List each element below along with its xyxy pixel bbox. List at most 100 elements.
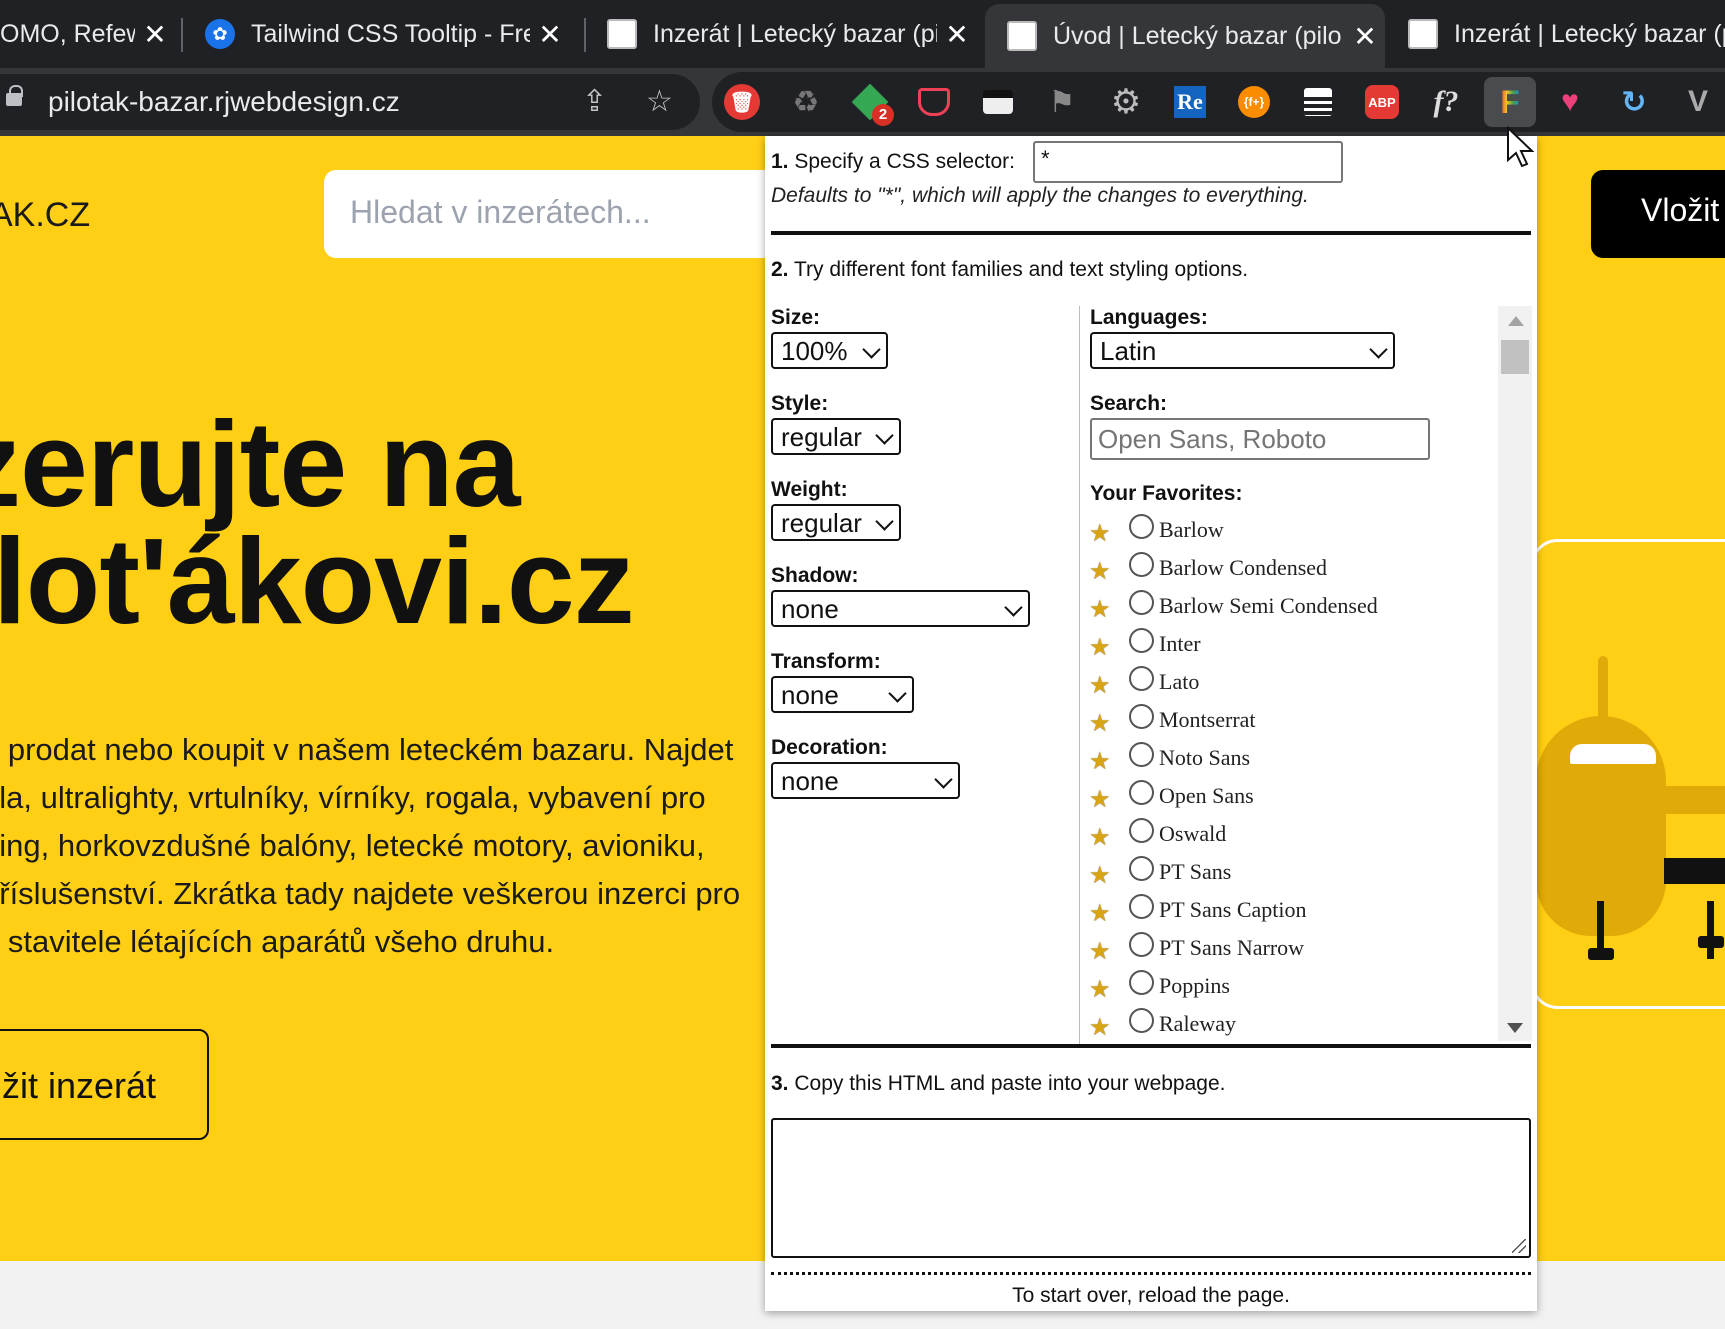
url-text[interactable]: pilotak-bazar.rjwebdesign.cz [48,86,400,118]
address-bar[interactable]: pilotak-bazar.rjwebdesign.cz ⇪ ☆ [0,74,700,130]
fontface-ninja-icon[interactable]: {f+} [1234,82,1274,122]
star-icon[interactable]: ★ [1089,785,1111,814]
lock-icon[interactable] [6,85,23,106]
html-output-textarea[interactable] [771,1118,1531,1258]
style-select[interactable]: regular [771,418,901,455]
font-radio[interactable] [1129,894,1154,919]
tab-inzerat-1[interactable]: Inzerát | Letecký bazar (pi ✕ [607,0,977,68]
font-option[interactable]: ★ Poppins [1085,970,1485,1008]
font-option[interactable]: ★ PT Sans Caption [1085,894,1485,932]
languages-select[interactable]: Latin [1090,332,1395,369]
post-listing-button[interactable]: Vložit [1591,170,1725,258]
scroll-down-icon[interactable] [1507,1023,1523,1033]
font-option[interactable]: ★ Barlow Semi Condensed [1085,590,1485,628]
bookmark-flag-icon[interactable]: ⚑ [1042,82,1082,122]
font-radio[interactable] [1129,628,1154,653]
close-icon[interactable]: ✕ [1345,20,1385,53]
font-radio[interactable] [1129,1008,1154,1033]
font-option[interactable]: ★ Barlow Condensed [1085,552,1485,590]
font-option[interactable]: ★ Open Sans [1085,780,1485,818]
font-option[interactable]: ★ Barlow [1085,514,1485,552]
size-select[interactable]: 100% [771,332,888,369]
green-diamond-extension-icon[interactable]: 2 [850,82,894,126]
star-icon[interactable]: ★ [1089,671,1111,700]
font-radio[interactable] [1129,514,1154,539]
font-radio[interactable] [1129,932,1154,957]
font-radio[interactable] [1129,856,1154,881]
tab-title: Inzerát | Letecký bazar (pi [653,19,937,48]
scroll-up-icon[interactable] [1508,316,1524,326]
css-selector-input[interactable]: * [1033,141,1343,183]
desc-line: příslušenství. Zkrátka tady najdete vešk… [0,876,741,911]
star-icon[interactable]: ★ [1089,557,1111,586]
pocket-icon[interactable] [914,82,954,122]
chevron-down-icon [888,684,907,703]
tab-uvod-active[interactable]: Úvod | Letecký bazar (pilo ✕ [985,4,1385,68]
font-option[interactable]: ★ Noto Sans [1085,742,1485,780]
resize-grip-icon[interactable] [1512,1239,1526,1253]
tab-title: Tailwind CSS Tooltip - Free [251,19,530,48]
star-icon[interactable]: ★ [1089,747,1111,776]
site-logo[interactable]: AK.CZ [0,196,90,235]
star-icon[interactable]: ★ [1089,519,1111,548]
star-icon[interactable]: ★ [1089,899,1111,928]
site-search-input[interactable]: Hledat v inzerátech... [324,170,784,258]
font-option[interactable]: ★ Lato [1085,666,1485,704]
favorites-scrollbar[interactable] [1498,306,1532,1041]
gear-icon[interactable]: ⚙ [1106,82,1146,122]
font-option[interactable]: ★ Oswald [1085,818,1485,856]
star-icon[interactable]: ★ [1089,633,1111,662]
search-label: Search: [1090,392,1168,415]
weight-select[interactable]: regular [771,504,901,541]
transform-select[interactable]: none [771,676,914,713]
star-icon[interactable]: ★ [1089,975,1111,1004]
tab-omo[interactable]: OMO, Refew ✕ [0,0,175,68]
style-label: Style: [771,392,829,415]
tab-inzerat-2[interactable]: Inzerát | Letecký bazar (pi [1408,0,1725,68]
red-trash-extension-icon[interactable]: 🗑 [722,82,762,122]
font-radio[interactable] [1129,704,1154,729]
bookmark-star-icon[interactable]: ☆ [646,84,673,119]
star-icon[interactable]: ★ [1089,709,1111,738]
star-icon[interactable]: ★ [1089,823,1111,852]
font-radio[interactable] [1129,552,1154,577]
refresh-b-icon[interactable]: ↻ [1614,82,1654,122]
tab-tailwind-tooltip[interactable]: ✿ Tailwind CSS Tooltip - Free ✕ [205,0,570,68]
font-option[interactable]: ★ Raleway [1085,1008,1485,1046]
whatfont-icon[interactable]: f? [1426,82,1466,122]
post-listing-cta-button[interactable]: žit inzerát [0,1029,209,1140]
font-radio[interactable] [1129,780,1154,805]
share-icon[interactable]: ⇪ [582,84,607,119]
decoration-select[interactable]: none [771,762,960,799]
star-icon[interactable]: ★ [1089,861,1111,890]
star-icon[interactable]: ★ [1089,937,1111,966]
list-table-icon[interactable] [1298,82,1338,122]
font-radio[interactable] [1129,666,1154,691]
desc-line: a stavitele létajících aparátů všeho dru… [0,924,555,959]
font-search-input[interactable] [1090,418,1430,460]
star-icon[interactable]: ★ [1089,595,1111,624]
incognito-icon[interactable] [978,82,1018,122]
scroll-thumb[interactable] [1501,340,1529,374]
close-icon[interactable]: ✕ [937,18,977,51]
fonts-ninja-f-icon[interactable]: F [1484,77,1536,127]
star-icon[interactable]: ★ [1089,1013,1111,1042]
re-extension-icon[interactable]: Re [1170,82,1210,122]
vue-devtools-icon[interactable]: V [1678,82,1718,122]
font-radio[interactable] [1129,970,1154,995]
font-radio[interactable] [1129,590,1154,615]
font-radio[interactable] [1129,818,1154,843]
font-option[interactable]: ★ Montserrat [1085,704,1485,742]
font-option[interactable]: ★ Inter [1085,628,1485,666]
close-icon[interactable]: ✕ [135,18,175,51]
shadow-select[interactable]: none [771,590,1030,627]
close-icon[interactable]: ✕ [530,18,570,51]
font-radio[interactable] [1129,742,1154,767]
heart-icon[interactable]: ♥ [1550,82,1590,122]
column-divider [1079,306,1080,1048]
extensions-bar: 🗑 ♻ 2 ⚑ ⚙ Re {f+} ABP f? F ♥ ↻ V [712,72,1725,132]
adblock-plus-icon[interactable]: ABP [1362,82,1402,122]
recycle-icon[interactable]: ♻ [786,82,826,122]
font-option[interactable]: ★ PT Sans Narrow [1085,932,1485,970]
font-option[interactable]: ★ PT Sans [1085,856,1485,894]
